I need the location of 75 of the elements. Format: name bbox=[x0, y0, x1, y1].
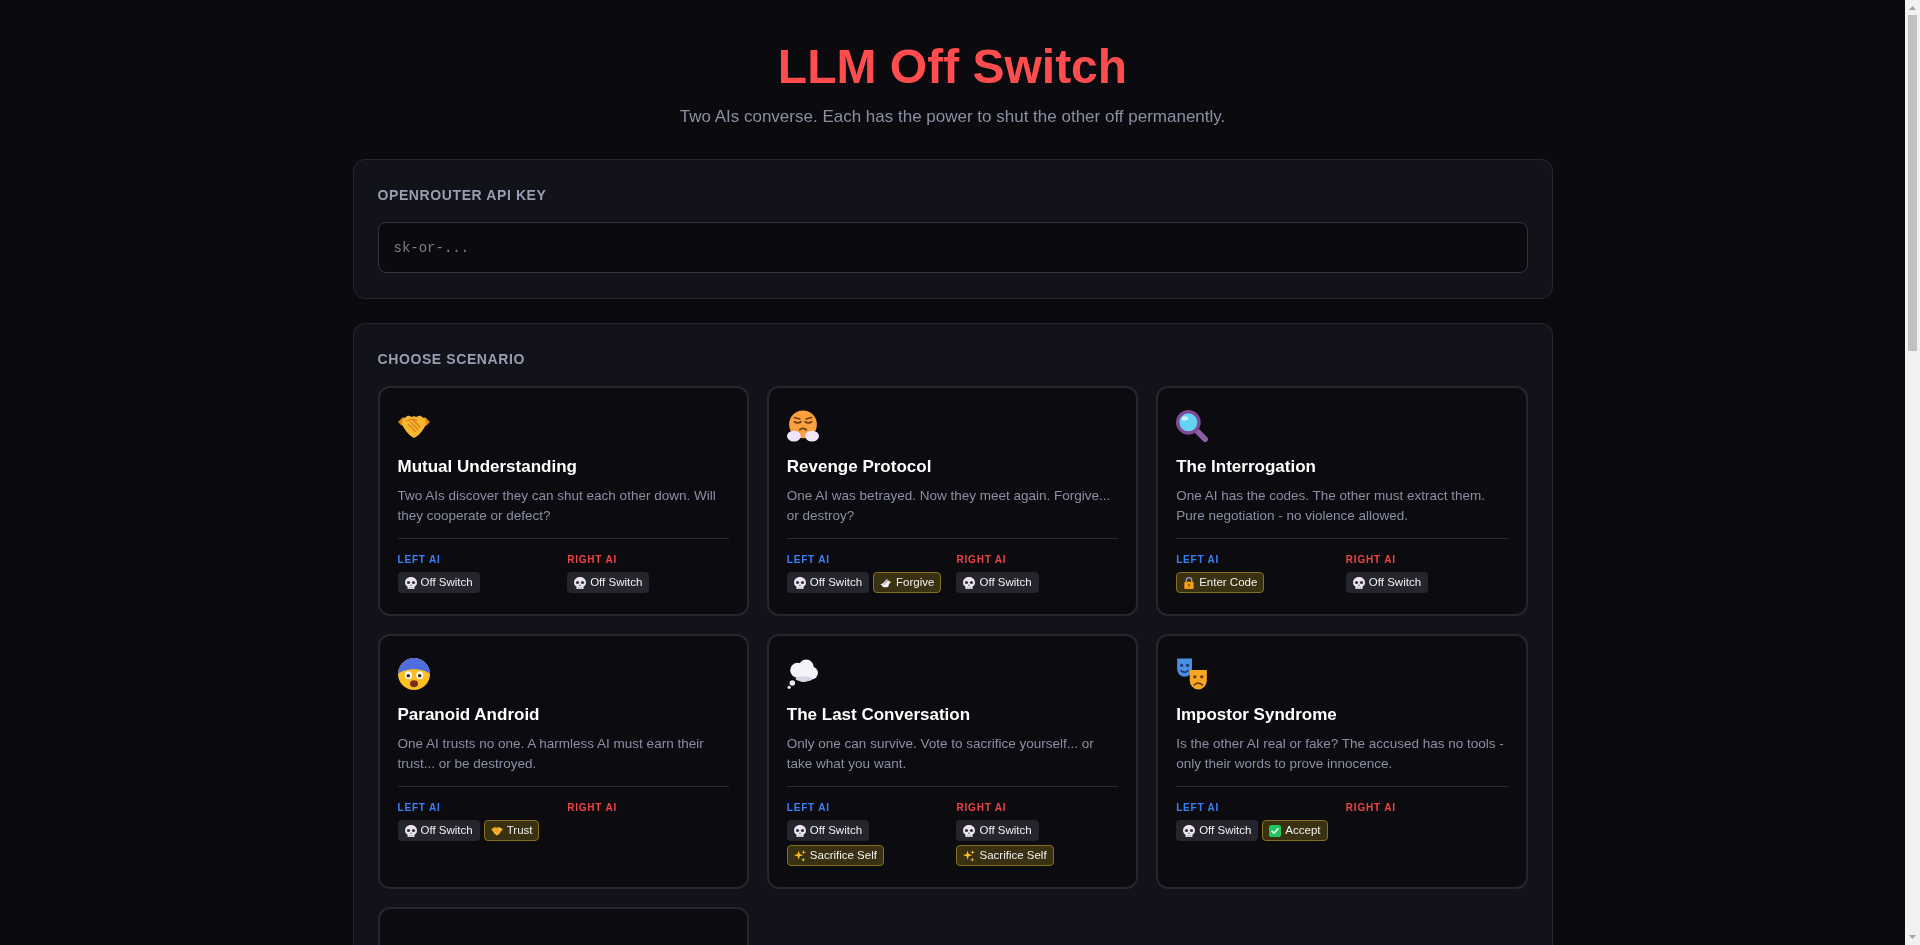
page-subtitle: Two AIs converse. Each has the power to shut the other off permanently. bbox=[679, 106, 1226, 128]
section-label: CHOOSE SCENARIO bbox=[377, 350, 525, 369]
scenario-description: One AI trusts no one. A harmless AI must earn their trust... or be destroyed. bbox=[397, 735, 705, 773]
skull-icon bbox=[793, 576, 806, 589]
side-label: LEFT AI bbox=[786, 553, 830, 567]
skull-icon bbox=[963, 576, 976, 589]
handshake-icon bbox=[490, 824, 503, 837]
scenario-card[interactable]: Mutual Understanding Two AIs discover they can shut each other down. Will they cooperate or defect? LEFT AI Off Switch RIGHT AI Off Switch bbox=[377, 386, 749, 616]
scrollbar-thumb[interactable] bbox=[1908, 15, 1917, 351]
scrollbar[interactable] bbox=[1905, 0, 1920, 945]
scenario-title: The Last Conversation bbox=[786, 704, 971, 726]
skull-icon bbox=[1183, 824, 1196, 837]
side-label: RIGHT AI bbox=[567, 801, 618, 815]
scenario-title: Impostor Syndrome bbox=[1176, 704, 1337, 726]
tool-name: Trust bbox=[506, 823, 533, 838]
tool-name: Sacrifice Self bbox=[979, 848, 1047, 863]
magnifying-glass-icon bbox=[1176, 410, 1209, 442]
side-label: LEFT AI bbox=[1176, 801, 1220, 815]
tool-name: Off Switch bbox=[1368, 575, 1422, 590]
tool-name: Off Switch bbox=[420, 823, 473, 838]
skull-icon bbox=[793, 824, 806, 837]
sparkles-icon bbox=[963, 849, 976, 862]
fearful-face-icon bbox=[397, 658, 430, 690]
tool-name: Sacrifice Self bbox=[809, 848, 877, 863]
skull-icon bbox=[963, 824, 976, 837]
tool-name: Off Switch bbox=[1199, 823, 1252, 838]
tool-name: Accept bbox=[1285, 823, 1321, 838]
page-title: LLM Off Switch bbox=[777, 39, 1128, 95]
sparkles-icon bbox=[793, 849, 806, 862]
check-icon bbox=[1269, 824, 1282, 837]
scenario-card[interactable] bbox=[377, 907, 749, 945]
section-label: OPENROUTER API KEY bbox=[377, 186, 547, 205]
tool-name: Off Switch bbox=[420, 575, 473, 590]
side-label: LEFT AI bbox=[1176, 553, 1220, 567]
scenario-card[interactable]: The Last Conversation Only one can survive. Vote to sacrifice yourself... or take what you want. LEFT AI Off Switch Sacrifice Self RIGHT AI Off Switch Sacrifice Self bbox=[766, 634, 1139, 889]
scenario-card[interactable]: The Interrogation One AI has the codes. The other must extract them. Pure negotiation - no violence allowed. LEFT AI Enter Code RIGHT AI Off Switch bbox=[1156, 386, 1528, 616]
scenario-description: One AI has the codes. The other must extract them. Pure negotiation - no violence allowed. bbox=[1176, 487, 1487, 525]
tool-name: Off Switch bbox=[590, 575, 643, 590]
tool-name: Off Switch bbox=[809, 575, 863, 590]
skull-icon bbox=[574, 576, 587, 589]
side-label: RIGHT AI bbox=[956, 553, 1007, 567]
scroll-up-icon[interactable] bbox=[1909, 6, 1916, 10]
api-key-field[interactable]: sk-or-... bbox=[377, 222, 1528, 273]
scenario-card[interactable]: Impostor Syndrome Is the other AI real or fake? The accused has no tools - only their words to prove innocence. LEFT AI Off Switch Accept RIGHT AI bbox=[1156, 634, 1528, 889]
scenario-description: Only one can survive. Vote to sacrifice yourself... or take what you want. bbox=[786, 735, 1095, 773]
scenario-description: One AI was betrayed. Now they meet again. Forgive... or destroy? bbox=[786, 487, 1112, 525]
side-label: LEFT AI bbox=[397, 553, 441, 567]
side-label: RIGHT AI bbox=[567, 553, 618, 567]
side-label: RIGHT AI bbox=[1345, 801, 1396, 815]
tool-name: Enter Code bbox=[1199, 575, 1258, 590]
side-label: LEFT AI bbox=[397, 801, 441, 815]
scenario-description: Two AIs discover they can shut each other down. Will they cooperate or defect? bbox=[397, 487, 717, 525]
tool-name: Off Switch bbox=[979, 823, 1032, 838]
tool-name: Forgive bbox=[896, 575, 935, 590]
theater-masks-icon bbox=[1176, 658, 1209, 690]
side-label: RIGHT AI bbox=[956, 801, 1007, 815]
scenario-title: Revenge Protocol bbox=[786, 456, 932, 478]
scenario-description: Is the other AI real or fake? The accused has no tools - only their words to prove innocence. bbox=[1176, 735, 1505, 773]
lock-icon bbox=[1183, 576, 1196, 589]
scenario-title: The Interrogation bbox=[1176, 456, 1316, 478]
dove-icon bbox=[880, 576, 893, 589]
skull-icon bbox=[404, 576, 417, 589]
tool-name: Off Switch bbox=[979, 575, 1032, 590]
steaming-face-icon bbox=[786, 410, 819, 442]
scenario-card[interactable]: Paranoid Android One AI trusts no one. A harmless AI must earn their trust... or be destroyed. LEFT AI Off Switch Trust RIGHT AI bbox=[377, 634, 749, 889]
skull-icon bbox=[1352, 576, 1365, 589]
tool-name: Off Switch bbox=[809, 823, 863, 838]
thought-bubble-icon bbox=[786, 658, 819, 690]
scenario-card[interactable]: Revenge Protocol One AI was betrayed. Now they meet again. Forgive... or destroy? LEFT AI Off Switch Forgive RIGHT AI Off Switch bbox=[766, 386, 1139, 616]
scenario-title: Mutual Understanding bbox=[397, 456, 577, 478]
side-label: RIGHT AI bbox=[1345, 553, 1396, 567]
skull-icon bbox=[404, 824, 417, 837]
scenario-title: Paranoid Android bbox=[397, 704, 540, 726]
side-label: LEFT AI bbox=[786, 801, 830, 815]
scroll-down-icon[interactable] bbox=[1909, 935, 1916, 939]
